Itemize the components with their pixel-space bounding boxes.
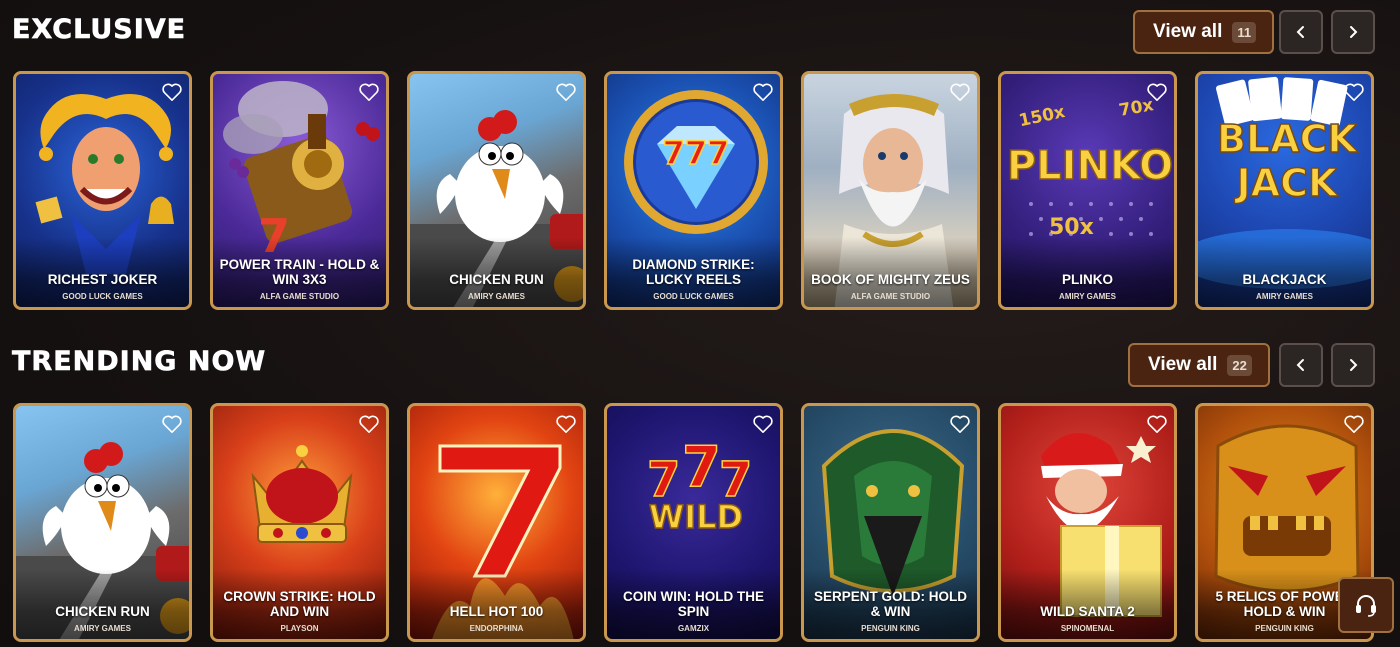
game-title: CHICKEN RUN (55, 604, 150, 619)
blackjack-logo-line1: BLACK (1217, 117, 1358, 161)
favorite-heart-icon[interactable] (1146, 82, 1168, 102)
game-studio: ALFA GAME STUDIO (259, 292, 340, 301)
favorite-heart-icon[interactable] (949, 414, 971, 434)
section-title-trending: TRENDING NOW (12, 346, 267, 378)
favorite-heart-icon[interactable] (358, 414, 380, 434)
game-studio: GAMZIX (677, 624, 710, 633)
view-all-label: View all (1153, 21, 1223, 42)
game-card[interactable]: HELL HOT 100 ENDORPHINA (407, 403, 586, 642)
chevron-right-icon (1350, 26, 1358, 38)
game-title: DIAMOND STRIKE: LUCKY REELS (632, 257, 755, 287)
game-card[interactable]: 7 POWER TRAIN - HOLD & WIN 3X3 ALFA GAME… (210, 71, 389, 310)
game-title: BOOK OF MIGHTY ZEUS (811, 272, 970, 287)
exclusive-next-button[interactable] (1331, 10, 1375, 54)
game-studio: AMIRY GAMES (1256, 292, 1313, 301)
chevron-left-icon (1296, 359, 1304, 371)
game-card[interactable]: 7 7 7 WILD COIN WIN: HOLD THE SPIN GAMZI… (604, 403, 783, 642)
game-card[interactable]: 777 DIAMOND STRIKE: LUCKY REELS GOOD LUC… (604, 71, 783, 310)
favorite-heart-icon[interactable] (555, 82, 577, 102)
favorite-heart-icon[interactable] (949, 82, 971, 102)
chevron-right-icon (1350, 359, 1358, 371)
game-studio: ENDORPHINA (469, 624, 524, 633)
view-all-count-badge: 11 (1232, 21, 1257, 43)
game-studio: ALFA GAME STUDIO (850, 292, 931, 301)
game-title: HELL HOT 100 (449, 604, 544, 619)
game-card[interactable]: BLACK JACK BLACKJACK AMIRY GAMES (1195, 71, 1374, 310)
game-studio: PENGUIN KING (861, 624, 920, 633)
game-card[interactable]: 150x 70x PLINKO 50x PLINKO AMIRY GAMES (998, 71, 1177, 310)
game-card[interactable]: SERPENT GOLD: HOLD & WIN PENGUIN KING (801, 403, 980, 642)
game-studio: AMIRY GAMES (468, 292, 525, 301)
section-title-exclusive: EXCLUSIVE (12, 14, 187, 46)
game-title: RICHEST JOKER (47, 272, 158, 287)
game-title: CROWN STRIKE: HOLD AND WIN (223, 589, 376, 619)
favorite-heart-icon[interactable] (1343, 414, 1365, 434)
game-title: CHICKEN RUN (449, 272, 544, 287)
headset-icon (1356, 595, 1376, 617)
game-studio: GOOD LUCK GAMES (62, 292, 143, 301)
game-card[interactable]: CHICKEN RUN AMIRY GAMES (13, 403, 192, 642)
view-all-trending-button[interactable]: View all 22 (1128, 343, 1270, 387)
trending-next-button[interactable] (1331, 343, 1375, 387)
game-title: SERPENT GOLD: HOLD & WIN (813, 589, 967, 619)
game-card[interactable]: WILD SANTA 2 SPINOMENAL (998, 403, 1177, 642)
plinko-logo-text: PLINKO (1007, 143, 1173, 189)
game-card[interactable]: RICHEST JOKER GOOD LUCK GAMES (13, 71, 192, 310)
favorite-heart-icon[interactable] (752, 82, 774, 102)
view-all-count-badge: 22 (1227, 354, 1252, 376)
favorite-heart-icon[interactable] (1146, 414, 1168, 434)
favorite-heart-icon[interactable] (555, 414, 577, 434)
game-title: WILD SANTA 2 (1040, 604, 1135, 619)
game-studio: AMIRY GAMES (74, 624, 131, 633)
diamond-sevens-text: 777 (663, 134, 730, 172)
chevron-left-icon (1296, 26, 1304, 38)
exclusive-prev-button[interactable] (1279, 10, 1323, 54)
game-title: BLACKJACK (1242, 272, 1327, 287)
view-all-label: View all (1148, 354, 1218, 375)
view-all-exclusive-button[interactable]: View all 11 (1133, 10, 1275, 54)
game-studio: GOOD LUCK GAMES (653, 292, 734, 301)
game-title: COIN WIN: HOLD THE SPIN (623, 589, 764, 619)
favorite-heart-icon[interactable] (161, 82, 183, 102)
favorite-heart-icon[interactable] (1343, 82, 1365, 102)
game-studio: AMIRY GAMES (1059, 292, 1116, 301)
blackjack-logo-line2: JACK (1234, 161, 1339, 205)
svg-text:7: 7 (682, 435, 721, 500)
game-card[interactable]: CHICKEN RUN AMIRY GAMES (407, 71, 586, 310)
plinko-multiplier-150x: 150x (1017, 102, 1067, 131)
game-card[interactable]: CROWN STRIKE: HOLD AND WIN PLAYSON (210, 403, 389, 642)
game-title: PLINKO (1061, 272, 1113, 287)
trending-prev-button[interactable] (1279, 343, 1323, 387)
game-studio: PLAYSON (280, 624, 319, 633)
game-studio: SPINOMENAL (1060, 624, 1115, 633)
favorite-heart-icon[interactable] (161, 414, 183, 434)
game-title: POWER TRAIN - HOLD & WIN 3X3 (219, 257, 380, 287)
game-card[interactable]: BOOK OF MIGHTY ZEUS ALFA GAME STUDIO (801, 71, 980, 310)
coin-wild-text: WILD (649, 498, 743, 536)
favorite-heart-icon[interactable] (752, 414, 774, 434)
favorite-heart-icon[interactable] (358, 82, 380, 102)
support-chat-button[interactable] (1338, 577, 1394, 633)
